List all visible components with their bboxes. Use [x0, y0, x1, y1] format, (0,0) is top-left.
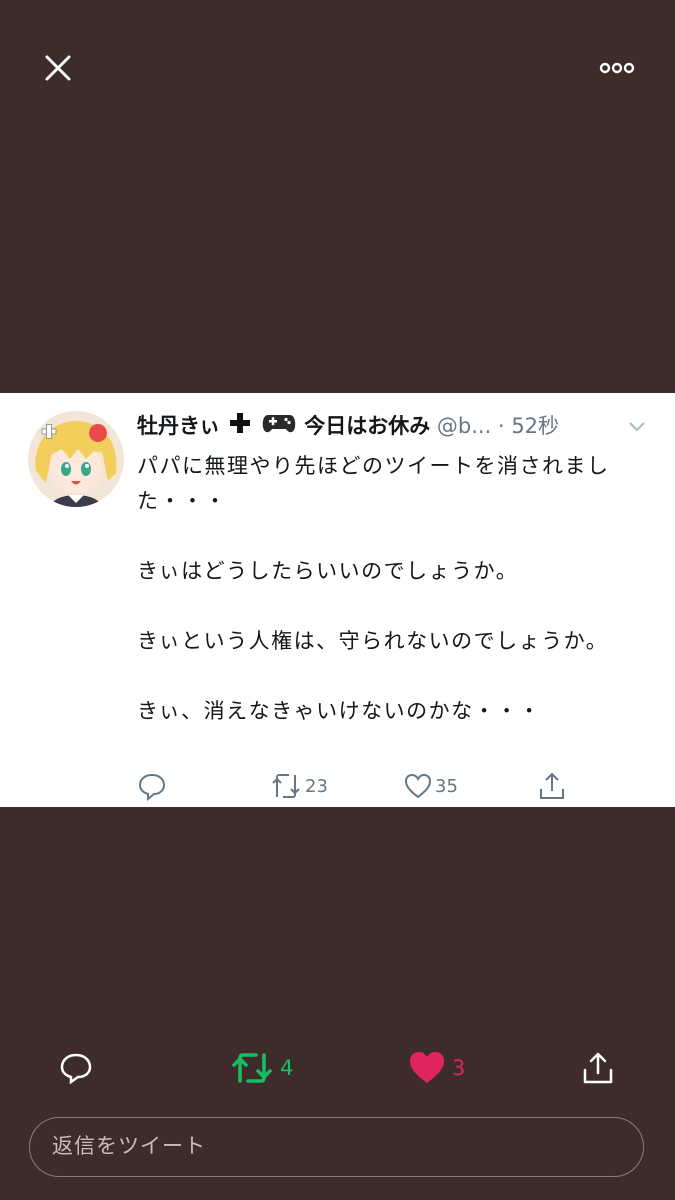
- embedded-reply: [137, 771, 167, 801]
- retweet-icon: [232, 1053, 272, 1083]
- embedded-tweet-actions: 23 35: [137, 771, 577, 801]
- like-button[interactable]: 3: [408, 1040, 465, 1096]
- share-button[interactable]: [580, 1040, 616, 1096]
- plus-emoji-icon: [229, 412, 251, 442]
- retweet-count: 4: [280, 1056, 294, 1080]
- tweet-time: · 52秒: [497, 414, 560, 438]
- share-icon: [540, 772, 564, 799]
- embedded-retweet-count: 23: [305, 775, 328, 797]
- more-dots-icon: [599, 62, 635, 74]
- tweet-paragraph: きぃはどうしたらいいのでしょうか。: [137, 559, 519, 583]
- reply-icon: [138, 773, 166, 801]
- avatar: [28, 411, 124, 507]
- action-bar: 4 3: [0, 1040, 675, 1096]
- tweet-header: 牡丹きぃ 今日はお休み @b... · 52秒: [137, 411, 657, 441]
- tweet-paragraph: パパに無理やり先ほどのツイートを消されました・・・: [137, 454, 610, 513]
- reply-button[interactable]: [58, 1040, 94, 1096]
- embedded-like-count: 35: [435, 775, 458, 797]
- chevron-down-icon: [626, 415, 648, 437]
- embedded-share: [537, 771, 567, 801]
- user-handle: @b...: [436, 414, 492, 438]
- reply-icon: [60, 1053, 92, 1085]
- display-name: 牡丹きぃ: [137, 414, 221, 438]
- like-count: 3: [452, 1056, 466, 1080]
- close-icon: [45, 55, 71, 81]
- embedded-retweet: 23: [269, 771, 328, 801]
- top-bar: [0, 0, 675, 140]
- tweet-text: パパに無理やり先ほどのツイートを消されました・・・ きぃはどうしたらいいのでしょ…: [137, 449, 647, 729]
- share-icon: [583, 1052, 613, 1084]
- display-name-suffix: 今日はお休み: [304, 414, 431, 438]
- heart-outline-icon: [404, 773, 432, 799]
- tweet-paragraph: きぃ、消えなきゃいけないのかな・・・: [137, 699, 542, 723]
- tweet-screenshot-image[interactable]: 牡丹きぃ 今日はお休み @b... · 52秒 パパに無理やり先ほどのツイートを…: [0, 393, 675, 807]
- retweet-button[interactable]: 4: [230, 1040, 293, 1096]
- game-controller-icon: [262, 411, 296, 443]
- reply-input[interactable]: 返信をツイート: [29, 1117, 644, 1177]
- more-button[interactable]: [596, 54, 640, 82]
- heart-filled-icon: [410, 1052, 444, 1083]
- tweet-paragraph: きぃという人権は、守られないのでしょうか。: [137, 629, 609, 653]
- embedded-like: 35: [403, 771, 458, 801]
- retweet-icon: [272, 774, 300, 798]
- close-button[interactable]: [38, 48, 78, 88]
